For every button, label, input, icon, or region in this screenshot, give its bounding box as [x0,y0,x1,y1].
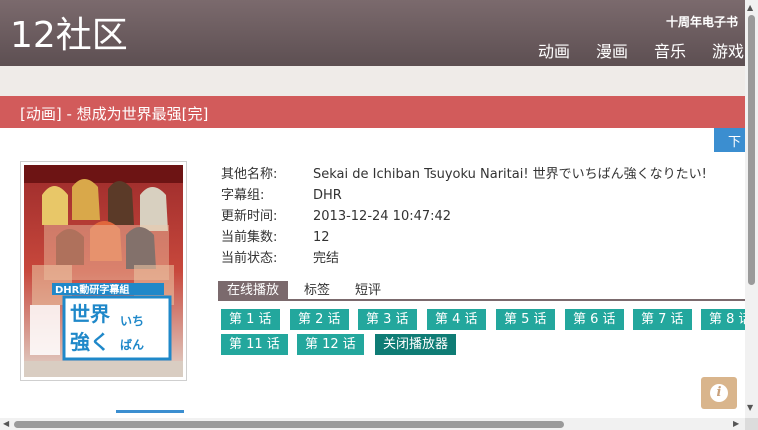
main-nav: 动画 漫画 音乐 游戏 [538,38,744,62]
episode-button[interactable]: 第 1 话 [221,309,280,330]
tab-online-play[interactable]: 在线播放 [218,281,289,301]
header-spacer-band [0,66,758,96]
episode-button[interactable]: 第 11 话 [221,334,288,355]
episode-button[interactable]: 第 8 话 [701,309,745,330]
scroll-up-arrow-icon[interactable]: ▲ [747,3,753,12]
detail-value: 2013-12-24 10:47:42 [313,209,452,224]
anime-details: 其他名称: Sekai de Ichiban Tsuyoku Naritai! 世… [221,163,707,268]
episode-button[interactable]: 第 2 话 [290,309,349,330]
detail-label: 其他名称: [221,167,278,182]
svg-text:世界: 世界 [70,302,110,326]
detail-label: 当前状态: [221,251,278,266]
vertical-scroll-thumb[interactable] [748,15,755,285]
detail-label: 当前集数: [221,230,278,245]
nav-item-music[interactable]: 音乐 [654,38,686,62]
site-logo[interactable]: 12社区 [10,14,128,58]
close-player-button[interactable]: 关闭播放器 [375,334,457,355]
scrollbar-corner [745,418,758,430]
nav-item-anime[interactable]: 动画 [538,38,570,62]
content-tabs: 在线播放 标签 短评 [218,281,745,301]
episode-button[interactable]: 第 12 话 [297,334,364,355]
page-title: [动画] - 想成为世界最强[完] [20,105,209,123]
cover-image: DHR動研字幕組 世界 強く いち ばん [20,161,187,381]
nav-item-manga[interactable]: 漫画 [596,38,628,62]
anniversary-ebook-link[interactable]: 十周年电子书 [666,13,738,30]
cover-publisher-label: DHR動研字幕組 [55,283,129,296]
detail-value: 12 [313,230,330,245]
episode-button[interactable]: 第 3 话 [358,309,417,330]
detail-value: DHR [313,188,342,203]
episode-button[interactable]: 第 5 话 [496,309,555,330]
episode-button[interactable]: 第 7 话 [633,309,692,330]
svg-text:いち: いち [120,314,144,328]
scroll-down-arrow-icon[interactable]: ▼ [747,403,753,412]
detail-row-episodes: 当前集数: 12 [221,226,707,247]
episode-button[interactable]: 第 6 话 [565,309,624,330]
vertical-scrollbar[interactable]: ▲ ▼ [745,0,758,418]
cover-artwork: DHR動研字幕組 世界 強く いち ばん [24,165,183,377]
episode-button[interactable]: 第 4 话 [427,309,486,330]
info-icon: i [710,384,728,402]
section-tab-indicator [116,410,184,413]
svg-text:ばん: ばん [120,337,144,352]
detail-row-subgroup: 字幕组: DHR [221,184,707,205]
detail-row-updated: 更新时间: 2013-12-24 10:47:42 [221,205,707,226]
horizontal-scroll-thumb[interactable] [14,421,564,428]
tab-tags[interactable]: 标签 [304,281,330,301]
site-header: 12社区 十周年电子书 动画 漫画 音乐 游戏 [0,0,758,66]
scroll-right-arrow-icon[interactable]: ▶ [733,419,739,428]
detail-label: 字幕组: [221,188,265,203]
detail-row-status: 当前状态: 完结 [221,247,707,268]
download-button[interactable]: 下 [714,128,745,152]
detail-label: 更新时间: [221,209,278,224]
info-button[interactable]: i [701,377,737,409]
page-title-bar: [动画] - 想成为世界最强[完] [0,96,745,128]
scroll-left-arrow-icon[interactable]: ◀ [3,419,9,428]
svg-text:強く: 強く [70,330,110,354]
horizontal-scrollbar[interactable]: ◀ ▶ [0,418,745,430]
tab-short-reviews[interactable]: 短评 [355,281,381,301]
detail-value: Sekai de Ichiban Tsuyoku Naritai! 世界でいちば… [313,167,707,182]
nav-item-games[interactable]: 游戏 [712,38,744,62]
detail-value: 完结 [313,251,340,266]
detail-row-other-names: 其他名称: Sekai de Ichiban Tsuyoku Naritai! 世… [221,163,707,184]
